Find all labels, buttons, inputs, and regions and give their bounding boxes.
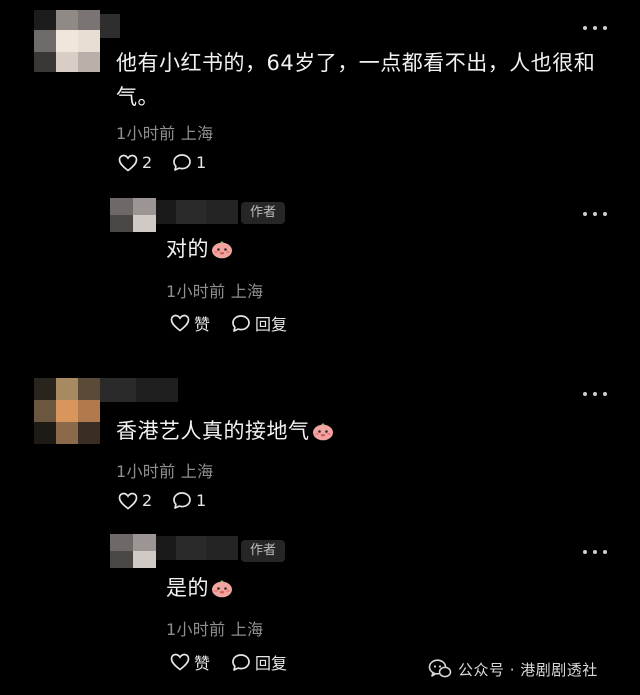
commenter-avatar[interactable] [34, 378, 100, 444]
like-count: 2 [142, 491, 153, 510]
author-badge: 作者 [241, 202, 286, 224]
author-badge: 作者 [241, 540, 286, 562]
like-button[interactable]: 2 [118, 153, 152, 172]
reply-button[interactable]: 回复 [231, 650, 287, 674]
author-name[interactable] [156, 200, 238, 224]
reply-count-button[interactable]: 1 [172, 153, 206, 172]
comment-meta: 1小时前 上海 [116, 462, 214, 481]
reply-count: 1 [196, 153, 207, 172]
comment-bubble-icon [232, 314, 250, 332]
reply-count: 1 [196, 491, 207, 510]
wechat-official-account-icon [428, 659, 452, 678]
reply-meta: 1小时前 上海 [166, 282, 264, 301]
heart-icon [170, 653, 190, 671]
more-options-button[interactable] [583, 207, 607, 221]
cute-face-emoji-icon [212, 580, 232, 598]
more-options-button[interactable] [583, 21, 607, 35]
commenter-avatar[interactable] [34, 10, 100, 72]
more-options-button[interactable] [583, 387, 607, 401]
reply-text: 对的 [166, 232, 233, 266]
cute-face-emoji-icon [212, 241, 232, 259]
like-button[interactable]: 2 [118, 491, 152, 510]
reply-like-button[interactable]: 赞 [170, 650, 210, 674]
author-name[interactable] [156, 536, 238, 560]
watermark: 公众号 · 港剧剧透社 [428, 658, 598, 680]
commenter-name[interactable] [100, 14, 120, 38]
more-options-button[interactable] [583, 545, 607, 559]
cute-face-emoji-icon [312, 423, 333, 441]
comment-bubble-icon [232, 653, 250, 671]
reply-count-button[interactable]: 1 [172, 491, 206, 510]
like-count: 2 [142, 153, 153, 172]
comment-bubble-icon [173, 154, 191, 171]
commenter-name[interactable] [100, 378, 178, 402]
comment-meta: 1小时前 上海 [116, 124, 214, 143]
watermark-text: 公众号 · 港剧剧透社 [458, 660, 598, 679]
like-label: 赞 [194, 315, 211, 334]
heart-icon [118, 492, 138, 510]
comment-bubble-icon [173, 492, 191, 509]
heart-icon [118, 154, 138, 172]
reply-label: 回复 [255, 315, 288, 334]
like-label: 赞 [194, 654, 211, 673]
author-avatar[interactable] [110, 534, 156, 568]
reply-button[interactable]: 回复 [231, 311, 287, 335]
comment-text: 香港艺人真的接地气 [116, 414, 334, 448]
reply-label: 回复 [255, 654, 288, 673]
reply-meta: 1小时前 上海 [166, 620, 264, 639]
heart-icon [170, 314, 190, 332]
author-avatar[interactable] [110, 198, 156, 232]
comment-text: 他有小红书的，64岁了，一点都看不出，人也很和 气。 [116, 51, 596, 109]
reply-like-button[interactable]: 赞 [170, 311, 210, 335]
reply-text: 是的 [166, 571, 233, 605]
